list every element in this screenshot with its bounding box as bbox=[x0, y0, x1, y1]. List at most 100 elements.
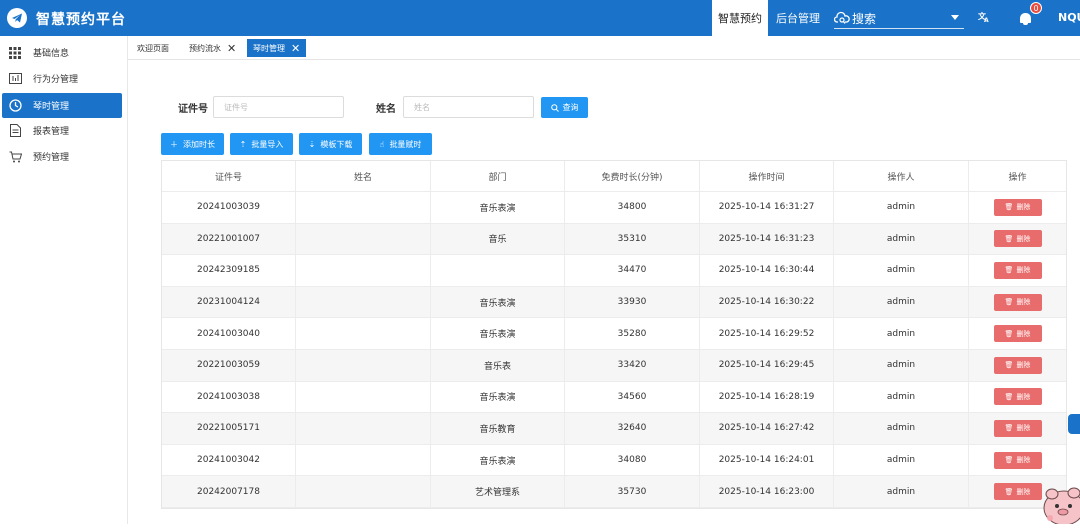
nav-smart-reservation[interactable]: 智慧预约 bbox=[712, 0, 768, 36]
app-title: 智慧预约平台 bbox=[36, 12, 126, 28]
trash-icon: 🗑 bbox=[1004, 329, 1014, 338]
cell-time: 2025-10-14 16:29:45 bbox=[700, 349, 834, 381]
cell-operator: admin bbox=[834, 255, 969, 286]
delete-button[interactable]: 🗑 删除 bbox=[993, 293, 1042, 311]
trash-icon: 🗑 bbox=[1004, 234, 1014, 243]
column-header[interactable]: 姓名 bbox=[296, 161, 431, 191]
grid-icon bbox=[8, 46, 22, 60]
sidebar-item-reports[interactable]: 报表管理 bbox=[2, 118, 122, 143]
column-header[interactable]: 免费时长(分钟) bbox=[565, 161, 700, 191]
table-row[interactable]: 20221001007 音乐 35310 2025-10-14 16:31:23 adm… bbox=[162, 223, 1066, 256]
tab-label: 琴时管理 bbox=[253, 43, 285, 53]
trash-icon: 🗑 bbox=[1004, 487, 1014, 496]
chevron-down-icon bbox=[951, 15, 959, 20]
sidebar-item-behavior-score[interactable]: 行为分管理 bbox=[2, 66, 122, 91]
name-label: 姓名 bbox=[376, 104, 396, 115]
trash-icon: 🗑 bbox=[1004, 456, 1014, 465]
plus-icon: ＋ bbox=[170, 139, 178, 149]
sidebar-item-label: 行为分管理 bbox=[33, 75, 79, 85]
tab-piano-hours[interactable]: 琴时管理 ✕ bbox=[247, 39, 307, 57]
cell-dept: 音乐表演 bbox=[431, 192, 565, 223]
cell-dept: 音乐表演 bbox=[431, 318, 565, 349]
delete-button[interactable]: 🗑 删除 bbox=[993, 419, 1042, 437]
nav-admin[interactable]: 后台管理 bbox=[776, 0, 820, 36]
delete-button[interactable]: 🗑 删除 bbox=[993, 388, 1042, 406]
sidebar-item-piano-hours[interactable]: 琴时管理 bbox=[2, 93, 122, 118]
cell-cert: 20221003059 bbox=[162, 349, 296, 381]
cell-name bbox=[296, 192, 431, 223]
query-button[interactable]: 查询 bbox=[541, 97, 588, 118]
delete-label: 删除 bbox=[1016, 456, 1031, 465]
download-icon: ⇣ bbox=[308, 139, 316, 149]
delete-label: 删除 bbox=[1016, 266, 1031, 275]
delete-button[interactable]: 🗑 删除 bbox=[993, 483, 1042, 501]
sidebar-item-reservations[interactable]: 预约管理 bbox=[2, 144, 122, 169]
cell-name bbox=[296, 255, 431, 286]
batch-assign-button[interactable]: ☝ 批量赋时 bbox=[369, 133, 432, 155]
column-header[interactable]: 证件号 bbox=[162, 161, 296, 191]
table-row[interactable]: 20242309185 34470 2025-10-14 16:30:44 admin… bbox=[162, 255, 1066, 287]
column-header[interactable]: 操作人 bbox=[834, 161, 969, 191]
cell-time: 2025-10-14 16:24:01 bbox=[700, 444, 834, 476]
cell-operator: admin bbox=[834, 476, 969, 507]
cell-cert: 20231004124 bbox=[162, 286, 296, 318]
tab-welcome[interactable]: 欢迎页面 bbox=[131, 39, 175, 57]
translate-icon[interactable]: 文A bbox=[978, 11, 990, 25]
close-icon[interactable]: ✕ bbox=[291, 42, 300, 55]
delete-label: 删除 bbox=[1016, 392, 1031, 401]
cell-name bbox=[296, 476, 431, 507]
delete-button[interactable]: 🗑 删除 bbox=[993, 198, 1042, 216]
cell-time: 2025-10-14 16:31:27 bbox=[700, 192, 834, 223]
tab-reservation-log[interactable]: 预约流水 ✕ bbox=[183, 39, 242, 57]
table-row[interactable]: 20241003040 音乐表演 35280 2025-10-14 16:29:52 a… bbox=[162, 318, 1066, 350]
column-header[interactable]: 操作时间 bbox=[700, 161, 834, 191]
sidebar-item-label: 琴时管理 bbox=[33, 102, 70, 112]
cell-cert: 20221005171 bbox=[162, 413, 296, 444]
close-icon[interactable]: ✕ bbox=[227, 42, 236, 55]
sidebar-item-basic-info[interactable]: 基础信息 bbox=[2, 40, 122, 65]
cell-dept bbox=[431, 255, 565, 286]
batch-import-label: 批量导入 bbox=[251, 139, 284, 149]
thumb-up-icon: ☝ bbox=[379, 139, 385, 149]
template-download-button[interactable]: ⇣ 模板下载 bbox=[299, 133, 362, 155]
hours-table: 证件号 姓名 部门 免费时长(分钟) 操作时间 操作人 操作 202410030… bbox=[161, 160, 1067, 509]
delete-button[interactable]: 🗑 删除 bbox=[993, 230, 1042, 248]
table-row[interactable]: 20242007178 艺术管理系 35730 2025-10-14 16:23:00… bbox=[162, 476, 1066, 508]
table-row[interactable]: 20221005171 音乐教育 32640 2025-10-14 16:27:42 a… bbox=[162, 413, 1066, 445]
table-row[interactable]: 20241003042 音乐表演 34080 2025-10-14 16:24:01 a… bbox=[162, 444, 1066, 477]
delete-button[interactable]: 🗑 删除 bbox=[993, 356, 1042, 374]
top-navbar: 智慧预约平台 智慧预约 后台管理 搜索 文A 0 NQU bbox=[0, 0, 1080, 36]
cell-actions: 🗑 删除 bbox=[969, 382, 1066, 413]
tab-label: 预约流水 bbox=[189, 43, 221, 53]
table-row[interactable]: 20231004124 音乐表演 33930 2025-10-14 16:30:22 a… bbox=[162, 286, 1066, 319]
floating-side-button[interactable] bbox=[1068, 414, 1080, 434]
add-hours-button[interactable]: ＋ 添加时长 bbox=[161, 133, 224, 155]
table-row[interactable]: 20241003039 音乐表演 34800 2025-10-14 16:31:27 a… bbox=[162, 192, 1066, 224]
name-input[interactable]: 姓名 bbox=[403, 96, 534, 118]
username[interactable]: NQU bbox=[1058, 11, 1080, 24]
cert-input[interactable]: 证件号 bbox=[213, 96, 344, 118]
chart-icon bbox=[8, 72, 22, 86]
bell-icon[interactable] bbox=[1020, 13, 1031, 25]
search-placeholder: 搜索 bbox=[852, 11, 877, 26]
table-row[interactable]: 20221003059 音乐表 33420 2025-10-14 16:29:45 ad… bbox=[162, 349, 1066, 382]
table-body: 20241003039 音乐表演 34800 2025-10-14 16:31:27 a… bbox=[162, 192, 1066, 508]
tab-label: 欢迎页面 bbox=[137, 43, 169, 53]
mascot-pig-icon[interactable] bbox=[1040, 476, 1080, 526]
cell-operator: admin bbox=[834, 223, 969, 255]
search-icon bbox=[550, 103, 559, 112]
cert-label: 证件号 bbox=[178, 104, 208, 115]
cell-time: 2025-10-14 16:29:52 bbox=[700, 318, 834, 349]
delete-button[interactable]: 🗑 删除 bbox=[993, 325, 1042, 343]
delete-button[interactable]: 🗑 删除 bbox=[993, 451, 1042, 469]
cell-cert: 20241003040 bbox=[162, 318, 296, 349]
template-download-label: 模板下载 bbox=[320, 139, 353, 149]
delete-button[interactable]: 🗑 删除 bbox=[993, 261, 1042, 279]
cert-placeholder: 证件号 bbox=[224, 102, 248, 112]
cell-actions: 🗑 删除 bbox=[969, 318, 1066, 349]
cell-dept: 音乐表演 bbox=[431, 444, 565, 476]
table-row[interactable]: 20241003038 音乐表演 34560 2025-10-14 16:28:19 a… bbox=[162, 381, 1066, 414]
column-header[interactable]: 部门 bbox=[431, 161, 565, 191]
search-select[interactable]: 搜索 bbox=[834, 8, 964, 29]
batch-import-button[interactable]: ⇡ 批量导入 bbox=[230, 133, 293, 155]
